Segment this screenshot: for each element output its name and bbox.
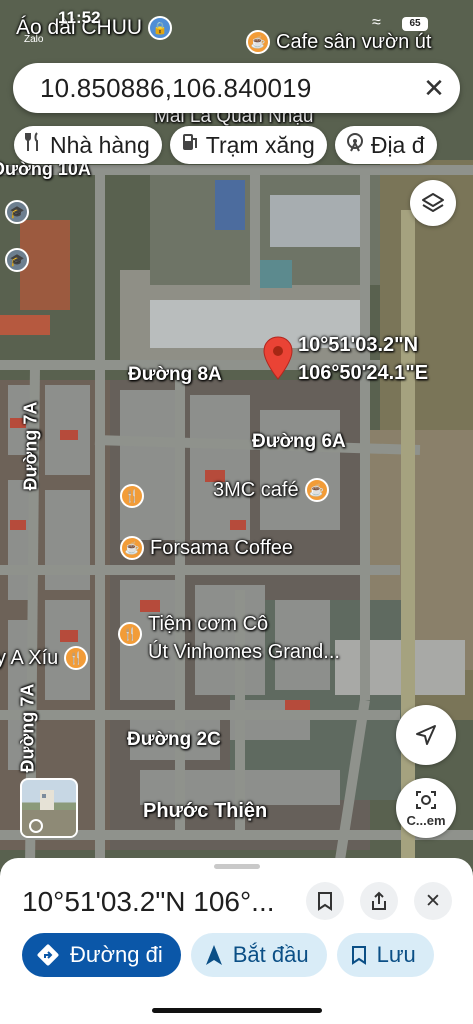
close-icon[interactable]: ✕ bbox=[414, 68, 454, 108]
street-view-thumbnail[interactable] bbox=[20, 778, 78, 838]
coffee-cup-icon: ☕ bbox=[120, 536, 144, 560]
poi-school-2[interactable]: 🎓 bbox=[5, 248, 29, 272]
camera-button[interactable]: C...em bbox=[396, 778, 456, 838]
directions-label: Đường đi bbox=[70, 942, 163, 967]
chip-restaurants[interactable]: Nhà hàng bbox=[14, 126, 162, 164]
street-view-image bbox=[22, 790, 76, 836]
save-button[interactable]: Lưu bbox=[336, 933, 434, 977]
navigation-arrow-icon bbox=[205, 945, 222, 965]
poi-label-line2: Út Vinhomes Grand... bbox=[148, 641, 340, 663]
fork-knife-icon bbox=[24, 132, 44, 158]
camera-scan-icon bbox=[416, 790, 436, 809]
layers-icon bbox=[422, 193, 444, 212]
school-icon: 🎓 bbox=[5, 248, 29, 272]
street-label-6a: Đường 6A bbox=[252, 431, 346, 452]
bookmark-icon bbox=[318, 892, 332, 911]
gas-pump-icon bbox=[180, 132, 200, 158]
street-label-7a-lower: Đường 7A bbox=[17, 683, 38, 773]
share-button[interactable] bbox=[360, 882, 398, 920]
fork-knife-icon: 🍴 bbox=[120, 484, 144, 508]
poi-label: y A Xíu bbox=[0, 646, 59, 669]
place-title: 10°51'03.2"N 106°... bbox=[22, 886, 275, 917]
my-location-button[interactable] bbox=[396, 705, 456, 765]
category-chips: Nhà hàng Trạm xăng Địa đ bbox=[14, 126, 437, 164]
chip-label: Nhà hàng bbox=[50, 131, 150, 158]
directions-icon bbox=[37, 944, 59, 966]
camera-label: C...em bbox=[406, 812, 446, 828]
start-label: Bắt đầu bbox=[232, 942, 309, 967]
sheet-grab-handle[interactable] bbox=[214, 864, 260, 869]
pin-coord-line2: 106°50'24.1"E bbox=[298, 362, 429, 384]
save-label: Lưu bbox=[376, 942, 416, 967]
share-icon bbox=[372, 891, 386, 910]
school-icon: 🎓 bbox=[5, 200, 29, 224]
poi-label: 3MC café bbox=[213, 478, 299, 501]
fork-knife-icon: 🍴 bbox=[64, 646, 89, 670]
place-actions: Đường đi Bắt đầu Lưu bbox=[22, 933, 434, 977]
poi-a-xiu[interactable]: y A Xíu 🍴 bbox=[0, 646, 89, 670]
start-button[interactable]: Bắt đầu bbox=[190, 933, 327, 977]
poi-school-1[interactable]: 🎓 bbox=[5, 200, 29, 224]
status-bar: 11:52 Zalo ≈ 65 bbox=[0, 0, 473, 45]
street-label-phuoc-thien: Phước Thiện bbox=[143, 800, 268, 822]
chip-attractions[interactable]: Địa đ bbox=[334, 126, 437, 164]
close-sheet-button[interactable]: ✕ bbox=[414, 882, 452, 920]
search-input[interactable]: 10.850886,106.840019 bbox=[40, 73, 414, 104]
street-label-7a-upper: Đường 7A bbox=[20, 401, 41, 491]
bookmark-icon bbox=[351, 946, 366, 965]
poi-label-line1: Tiệm cơm Cô bbox=[148, 613, 269, 635]
pin-coord-line1: 10°51'03.2"N bbox=[298, 334, 419, 356]
close-icon: ✕ bbox=[425, 890, 441, 912]
chip-label: Địa đ bbox=[370, 131, 425, 158]
search-bar[interactable]: 10.850886,106.840019 ✕ bbox=[13, 63, 460, 113]
poi-3mc-cafe[interactable]: 3MC café ☕ bbox=[213, 478, 329, 502]
street-label-8a: Đường 8A bbox=[128, 364, 222, 385]
chip-gas-stations[interactable]: Trạm xăng bbox=[169, 126, 327, 164]
directions-button[interactable]: Đường đi bbox=[22, 933, 181, 977]
save-bookmark-button[interactable] bbox=[306, 882, 344, 920]
wifi-icon: ≈ bbox=[372, 14, 381, 31]
status-time: 11:52 bbox=[58, 8, 101, 27]
battery-icon: 65 bbox=[402, 17, 428, 31]
coffee-cup-icon: ☕ bbox=[304, 478, 329, 502]
chip-label: Trạm xăng bbox=[205, 131, 315, 158]
navigation-arrow-icon bbox=[416, 725, 436, 745]
layers-button[interactable] bbox=[410, 180, 456, 226]
poi-restaurant-small[interactable]: 🍴 bbox=[120, 484, 144, 508]
ferris-wheel-icon bbox=[345, 132, 365, 158]
poi-label: Forsama Coffee bbox=[150, 536, 294, 559]
poi-forsama-coffee[interactable]: ☕ Forsama Coffee bbox=[120, 536, 293, 560]
poi-tiem-com[interactable]: 🍴 Tiệm cơm Cô Út Vinhomes Grand... bbox=[118, 610, 340, 666]
back-to-app-label[interactable]: Zalo bbox=[24, 34, 43, 45]
street-label-2c: Đường 2C bbox=[127, 729, 221, 750]
fork-knife-icon: 🍴 bbox=[118, 622, 142, 646]
home-indicator bbox=[152, 1008, 322, 1013]
location-pin-icon[interactable] bbox=[262, 336, 294, 380]
